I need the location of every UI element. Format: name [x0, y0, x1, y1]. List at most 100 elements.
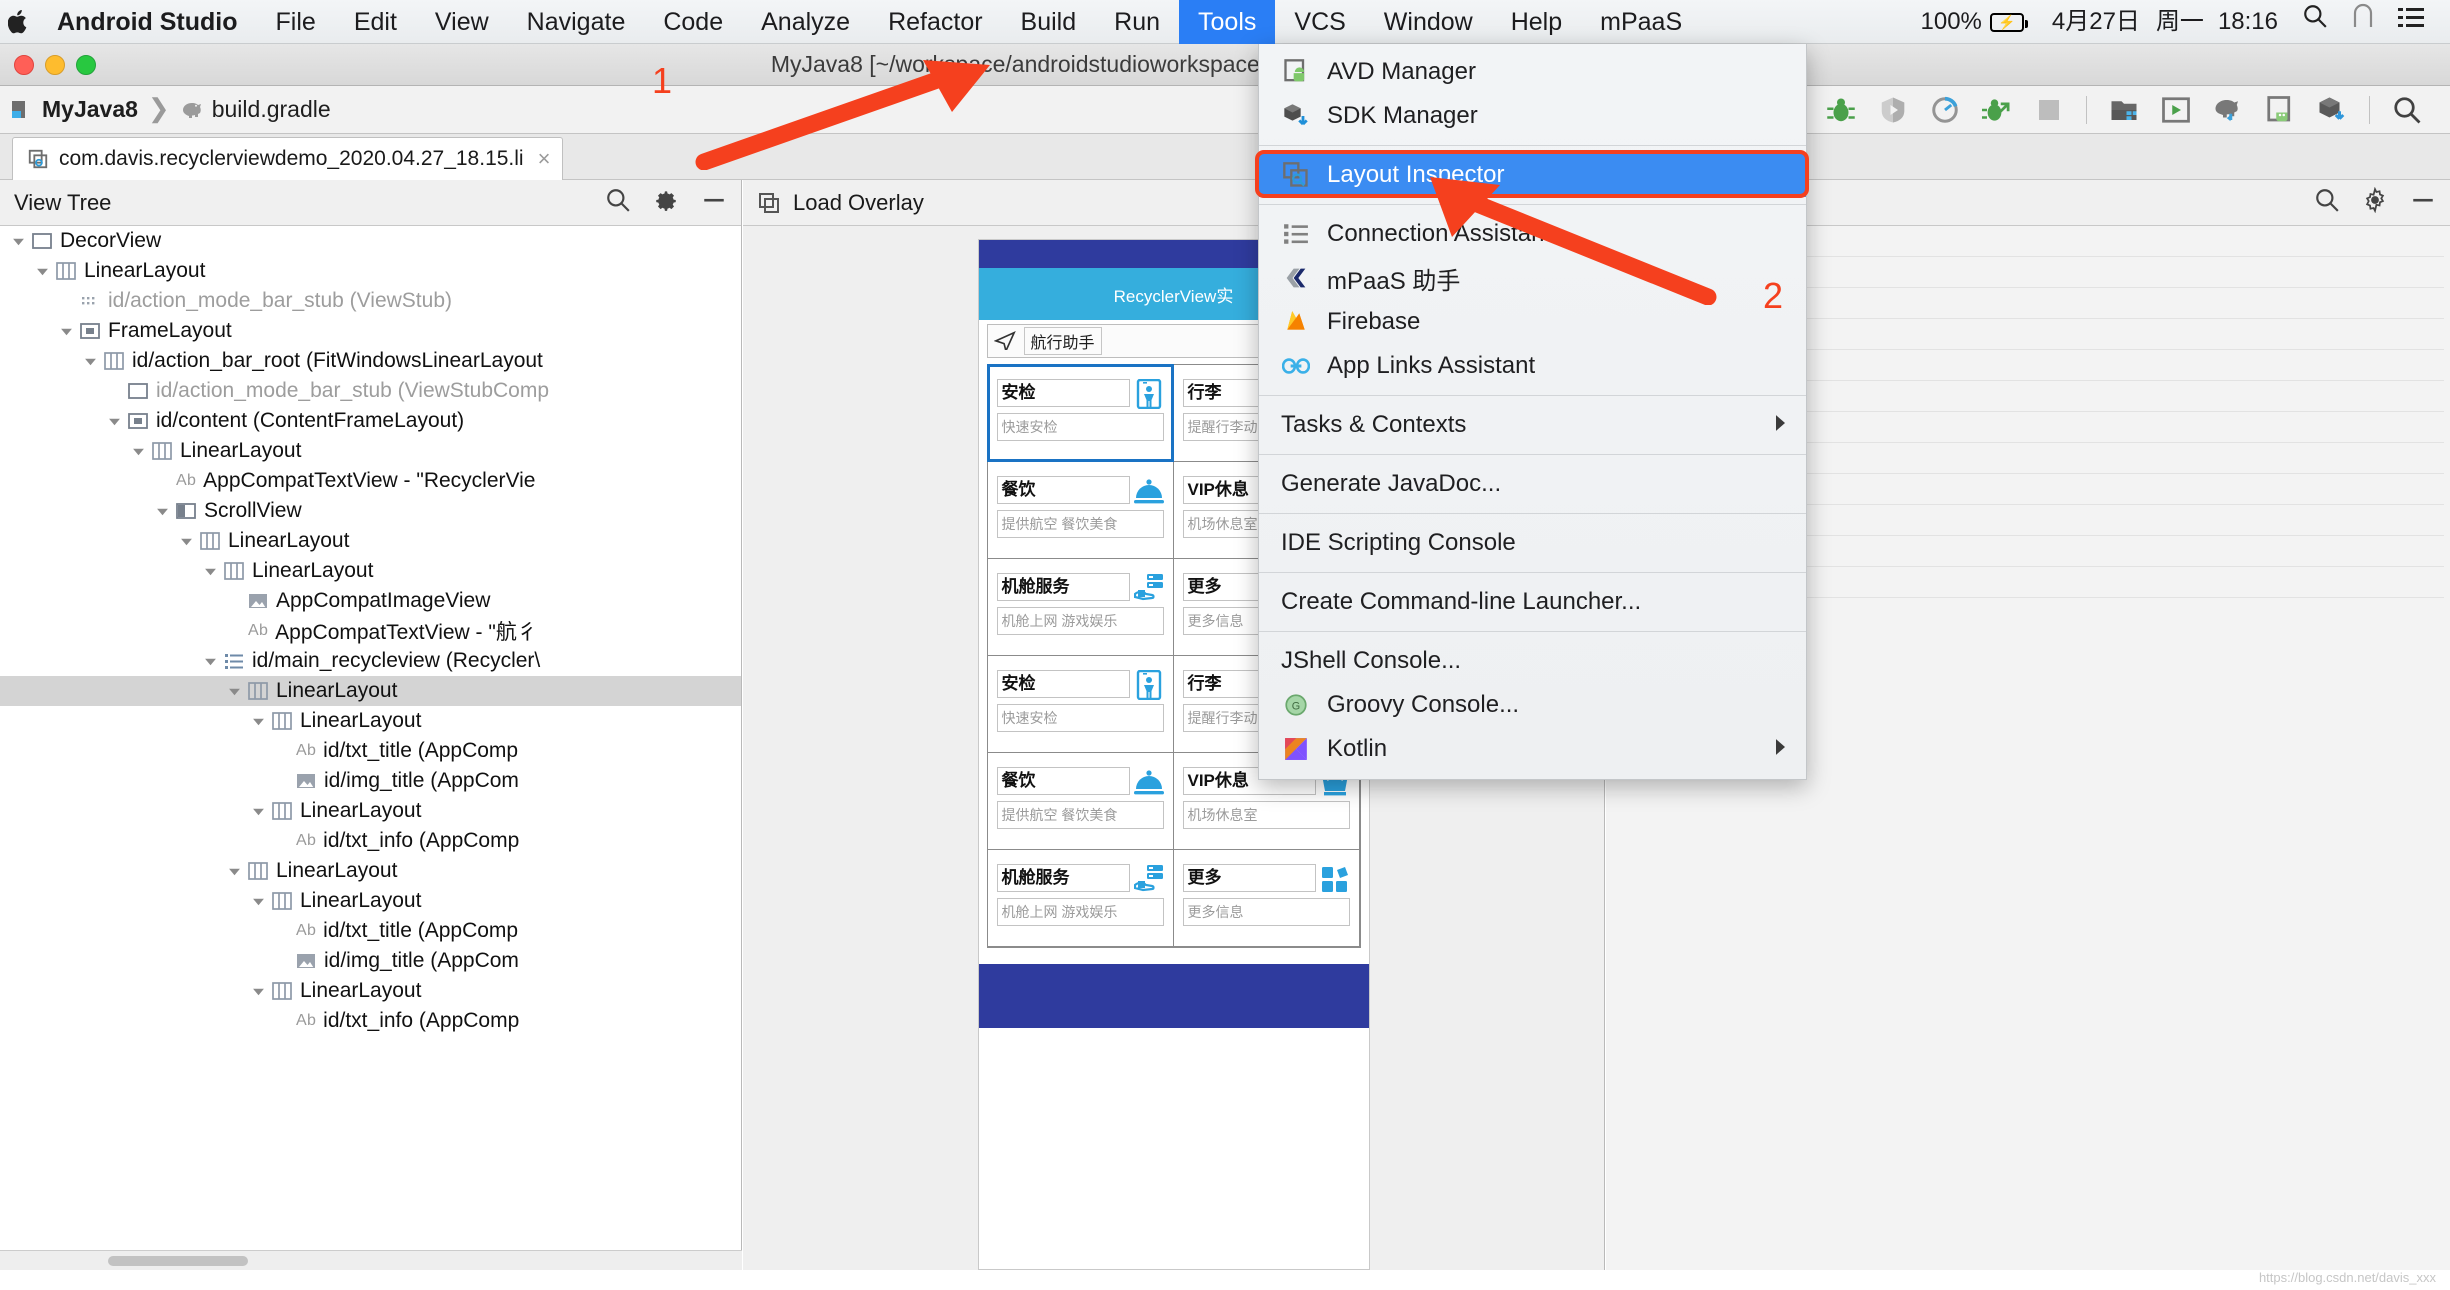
view-tree-node[interactable]: Ab id/txt_title (AppComp [0, 916, 741, 946]
avd-manager-icon[interactable] [2265, 95, 2295, 125]
tree-twisty-icon[interactable] [224, 676, 244, 706]
view-tree-node[interactable]: LinearLayout [0, 676, 741, 706]
view-tree-node[interactable]: id/action_mode_bar_stub (ViewStubComp [0, 376, 741, 406]
tree-twisty-icon[interactable] [224, 586, 244, 616]
properties-gear-icon[interactable] [2362, 186, 2388, 219]
menu-analyze[interactable]: Analyze [742, 0, 869, 44]
menu-file[interactable]: File [257, 0, 335, 44]
menu-item-layout-inspector[interactable]: Layout Inspector [1259, 153, 1806, 197]
tree-twisty-icon[interactable] [104, 376, 124, 406]
view-tree-node[interactable]: id/img_title (AppCom [0, 766, 741, 796]
view-tree-node[interactable]: id/action_bar_root (FitWindowsLinearLayo… [0, 346, 741, 376]
menu-item-sdk-manager[interactable]: SDK Manager [1259, 94, 1806, 138]
menu-item-groovy-console[interactable]: G Groovy Console... [1259, 683, 1806, 727]
tree-twisty-icon[interactable] [80, 346, 100, 376]
view-tree-minimize-icon[interactable] [701, 187, 727, 219]
project-structure-icon[interactable] [2109, 95, 2139, 125]
profiler-icon[interactable] [1930, 95, 1960, 125]
properties-minimize-icon[interactable] [2410, 187, 2436, 219]
view-tree-node[interactable]: LinearLayout [0, 796, 741, 826]
tree-twisty-icon[interactable] [248, 886, 268, 916]
tree-twisty-icon[interactable] [56, 286, 76, 316]
menu-navigate[interactable]: Navigate [508, 0, 645, 44]
minimize-window-button[interactable] [45, 55, 65, 75]
tree-twisty-icon[interactable] [152, 466, 172, 496]
attach-debugger-icon[interactable] [1878, 95, 1908, 125]
view-tree-node[interactable]: LinearLayout [0, 556, 741, 586]
control-center-icon[interactable] [2340, 0, 2386, 44]
close-window-button[interactable] [14, 55, 34, 75]
tree-twisty-icon[interactable] [8, 226, 28, 256]
tree-twisty-icon[interactable] [272, 946, 292, 976]
debug-run-icon[interactable] [1982, 95, 2012, 125]
menu-vcs[interactable]: VCS [1275, 0, 1364, 44]
view-tree-node[interactable]: id/main_recycleview (Recycler\ [0, 646, 741, 676]
view-tree-node[interactable]: Ab id/txt_info (AppComp [0, 826, 741, 856]
breadcrumb-file[interactable]: build.gradle [212, 96, 331, 123]
spotlight-search-icon[interactable] [2290, 0, 2340, 44]
device-card[interactable]: 安检 快速安检 [986, 655, 1174, 753]
menu-app-name[interactable]: Android Studio [38, 0, 257, 44]
device-card[interactable]: 机舱服务 机舱上网 游戏娱乐 [986, 558, 1174, 656]
view-tree-node[interactable]: LinearLayout [0, 886, 741, 916]
menu-item-avd-manager[interactable]: AVD Manager [1259, 50, 1806, 94]
tree-twisty-icon[interactable] [128, 436, 148, 466]
zoom-window-button[interactable] [76, 55, 96, 75]
menu-item-mpaas[interactable]: mPaaS 助手 [1259, 256, 1806, 300]
tree-twisty-icon[interactable] [248, 976, 268, 1006]
layout-editor-icon[interactable] [2161, 95, 2191, 125]
view-tree-node[interactable]: id/action_mode_bar_stub (ViewStub) [0, 286, 741, 316]
menu-item-generate-javadoc[interactable]: Generate JavaDoc... [1259, 462, 1806, 506]
view-tree-node[interactable]: Ab AppCompatTextView - "航彳 [0, 616, 741, 646]
tree-twisty-icon[interactable] [224, 616, 244, 646]
menu-window[interactable]: Window [1365, 0, 1492, 44]
view-tree-node[interactable]: LinearLayout [0, 436, 741, 466]
view-tree-list[interactable]: DecorView LinearLayout id/action_mode_bar_… [0, 226, 741, 1246]
view-tree-gear-icon[interactable] [653, 187, 679, 219]
tree-twisty-icon[interactable] [272, 1006, 292, 1036]
view-tree-node[interactable]: LinearLayout [0, 256, 741, 286]
menu-run[interactable]: Run [1095, 0, 1179, 44]
menu-item-tasks-contexts[interactable]: Tasks & Contexts [1259, 403, 1806, 447]
properties-search-icon[interactable] [2314, 187, 2340, 219]
debug-bug-icon[interactable] [1826, 95, 1856, 125]
view-tree-node[interactable]: LinearLayout [0, 706, 741, 736]
tree-twisty-icon[interactable] [248, 706, 268, 736]
breadcrumb-project[interactable]: MyJava8 [42, 96, 138, 123]
menu-item-kotlin[interactable]: Kotlin [1259, 727, 1806, 771]
tab-layout-inspector-capture[interactable]: com.davis.recyclerviewdemo_2020.04.27_18… [12, 137, 564, 180]
view-tree-horizontal-scrollbar[interactable] [0, 1250, 742, 1270]
view-tree-node[interactable]: Ab id/txt_info (AppComp [0, 1006, 741, 1036]
stop-icon[interactable] [2034, 95, 2064, 125]
tree-twisty-icon[interactable] [32, 256, 52, 286]
properties-vertical-scrollbar[interactable] [2444, 226, 2450, 1270]
sync-gradle-icon[interactable] [2213, 95, 2243, 125]
notification-list-icon[interactable] [2386, 0, 2436, 44]
menu-item-ide-scripting-console[interactable]: IDE Scripting Console [1259, 521, 1806, 565]
view-tree-node[interactable]: LinearLayout [0, 856, 741, 886]
menu-help[interactable]: Help [1492, 0, 1581, 44]
menu-item-firebase[interactable]: Firebase [1259, 300, 1806, 344]
sdk-manager-icon[interactable] [2317, 95, 2347, 125]
tools-dropdown-menu[interactable]: AVD Manager SDK Manager Layout Inspector Co… [1258, 44, 1807, 780]
view-tree-node[interactable]: ScrollView [0, 496, 741, 526]
menu-edit[interactable]: Edit [335, 0, 416, 44]
tree-twisty-icon[interactable] [200, 646, 220, 676]
apple-logo-icon[interactable] [0, 9, 38, 35]
device-card[interactable]: 更多 更多信息 [1172, 849, 1360, 947]
window-traffic-lights[interactable] [14, 55, 96, 75]
view-tree-node[interactable]: id/img_title (AppCom [0, 946, 741, 976]
menu-build[interactable]: Build [1002, 0, 1096, 44]
view-tree-node[interactable]: AppCompatImageView [0, 586, 741, 616]
search-everywhere-icon[interactable] [2392, 95, 2422, 125]
tree-twisty-icon[interactable] [224, 856, 244, 886]
device-card[interactable]: 安检 快速安检 [986, 364, 1174, 462]
menu-code[interactable]: Code [644, 0, 742, 44]
tree-twisty-icon[interactable] [152, 496, 172, 526]
menu-tools[interactable]: Tools [1179, 0, 1276, 44]
tree-twisty-icon[interactable] [56, 316, 76, 346]
view-tree-node[interactable]: id/content (ContentFrameLayout) [0, 406, 741, 436]
view-tree-node[interactable]: Ab AppCompatTextView - "RecyclerVie [0, 466, 741, 496]
tree-twisty-icon[interactable] [272, 916, 292, 946]
menu-item-app-links-assistant[interactable]: App Links Assistant [1259, 344, 1806, 388]
